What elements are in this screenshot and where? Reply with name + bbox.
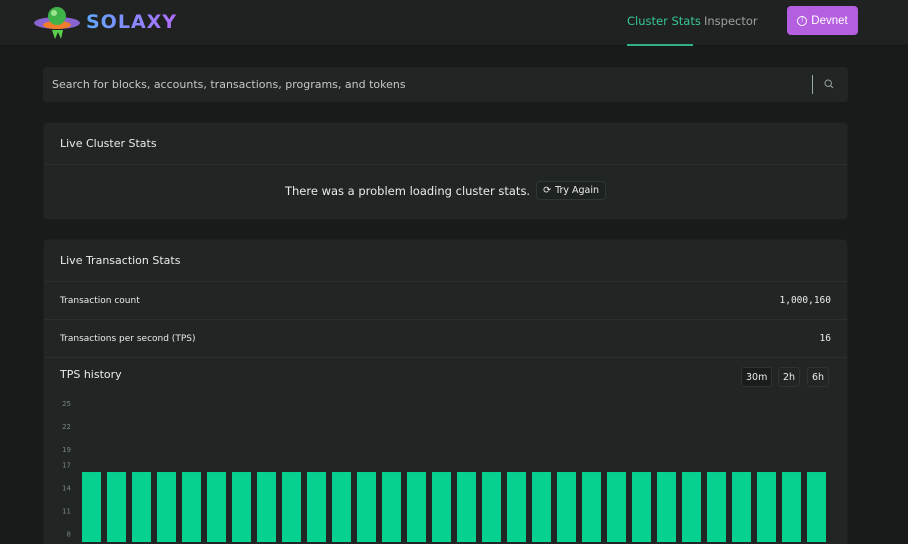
tps-bar[interactable] — [632, 472, 651, 542]
tps-bar[interactable] — [657, 472, 676, 542]
search-bar — [43, 67, 848, 102]
logo[interactable]: SOLAXY — [32, 4, 177, 40]
tps-bar[interactable] — [457, 472, 476, 542]
tps-bar[interactable] — [282, 472, 301, 542]
tps-history-section: TPS history 30m 2h 6h 8 11 14 17 19 22 25 — [44, 358, 847, 542]
nav-active-indicator — [627, 44, 693, 46]
cluster-label: Devnet — [811, 14, 848, 27]
tps-bar[interactable] — [82, 472, 101, 542]
stat-label: Transaction count — [60, 295, 140, 306]
y-tick-label: 11 — [62, 507, 71, 515]
stat-value: 16 — [819, 333, 831, 344]
try-again-label: Try Again — [555, 185, 600, 196]
stat-label: Transactions per second (TPS) — [60, 333, 196, 344]
try-again-button[interactable]: ⟳ Try Again — [536, 181, 607, 200]
refresh-icon: ⟳ — [543, 185, 552, 196]
tps-bar[interactable] — [382, 472, 401, 542]
tps-bar[interactable] — [757, 472, 776, 542]
tps-bar[interactable] — [307, 472, 326, 542]
tps-bar[interactable] — [132, 472, 151, 542]
tps-bar[interactable] — [232, 472, 251, 542]
tps-bar[interactable] — [582, 472, 601, 542]
nav-cluster-stats[interactable]: Cluster Stats — [627, 14, 701, 28]
live-transaction-stats-card: Live Transaction Stats Transaction count… — [43, 239, 848, 544]
live-cluster-stats-card: Live Cluster Stats There was a problem l… — [43, 122, 848, 220]
cluster-select-button[interactable]: ! Devnet — [787, 6, 858, 35]
top-navbar: SOLAXY Cluster Stats Inspector ! Devnet — [0, 0, 908, 46]
tps-bar[interactable] — [432, 472, 451, 542]
card-title: Live Cluster Stats — [44, 123, 847, 165]
tps-bar[interactable] — [407, 472, 426, 542]
nav-inspector[interactable]: Inspector — [704, 14, 758, 28]
tps-bar[interactable] — [707, 472, 726, 542]
tps-history-chart: 8 11 14 17 19 22 25 — [62, 400, 826, 542]
logo-text: SOLAXY — [86, 11, 178, 33]
error-message: There was a problem loading cluster stat… — [284, 183, 531, 198]
tps-bar[interactable] — [557, 472, 576, 542]
y-tick-label: 14 — [62, 484, 71, 492]
tps-bar[interactable] — [782, 472, 801, 542]
y-tick-label: 8 — [67, 530, 71, 538]
tps-bar[interactable] — [807, 472, 826, 542]
y-tick-label: 19 — [62, 446, 71, 454]
tps-bar[interactable] — [182, 472, 201, 542]
tps-bar[interactable] — [357, 472, 376, 542]
tps-bar[interactable] — [482, 472, 501, 542]
stat-row-transaction-count: Transaction count 1,000,160 — [44, 282, 847, 320]
tps-bar[interactable] — [207, 472, 226, 542]
search-input[interactable] — [52, 67, 802, 102]
y-tick-label: 25 — [62, 400, 71, 408]
ufo-logo-icon — [34, 7, 80, 39]
tps-bar[interactable] — [532, 472, 551, 542]
search-divider — [812, 75, 813, 94]
tps-bar[interactable] — [157, 472, 176, 542]
y-tick-label: 22 — [62, 423, 71, 431]
tps-bar[interactable] — [732, 472, 751, 542]
card-title: Live Transaction Stats — [44, 240, 847, 282]
tps-bar[interactable] — [507, 472, 526, 542]
tps-bar[interactable] — [332, 472, 351, 542]
stat-row-tps: Transactions per second (TPS) 16 — [44, 320, 847, 358]
stat-value: 1,000,160 — [779, 295, 831, 306]
info-circle-icon: ! — [797, 15, 808, 26]
y-tick-label: 17 — [62, 461, 71, 469]
tps-bar[interactable] — [607, 472, 626, 542]
tps-bar[interactable] — [107, 472, 126, 542]
tps-bar[interactable] — [257, 472, 276, 542]
search-icon[interactable] — [824, 79, 834, 89]
tps-bar[interactable] — [682, 472, 701, 542]
